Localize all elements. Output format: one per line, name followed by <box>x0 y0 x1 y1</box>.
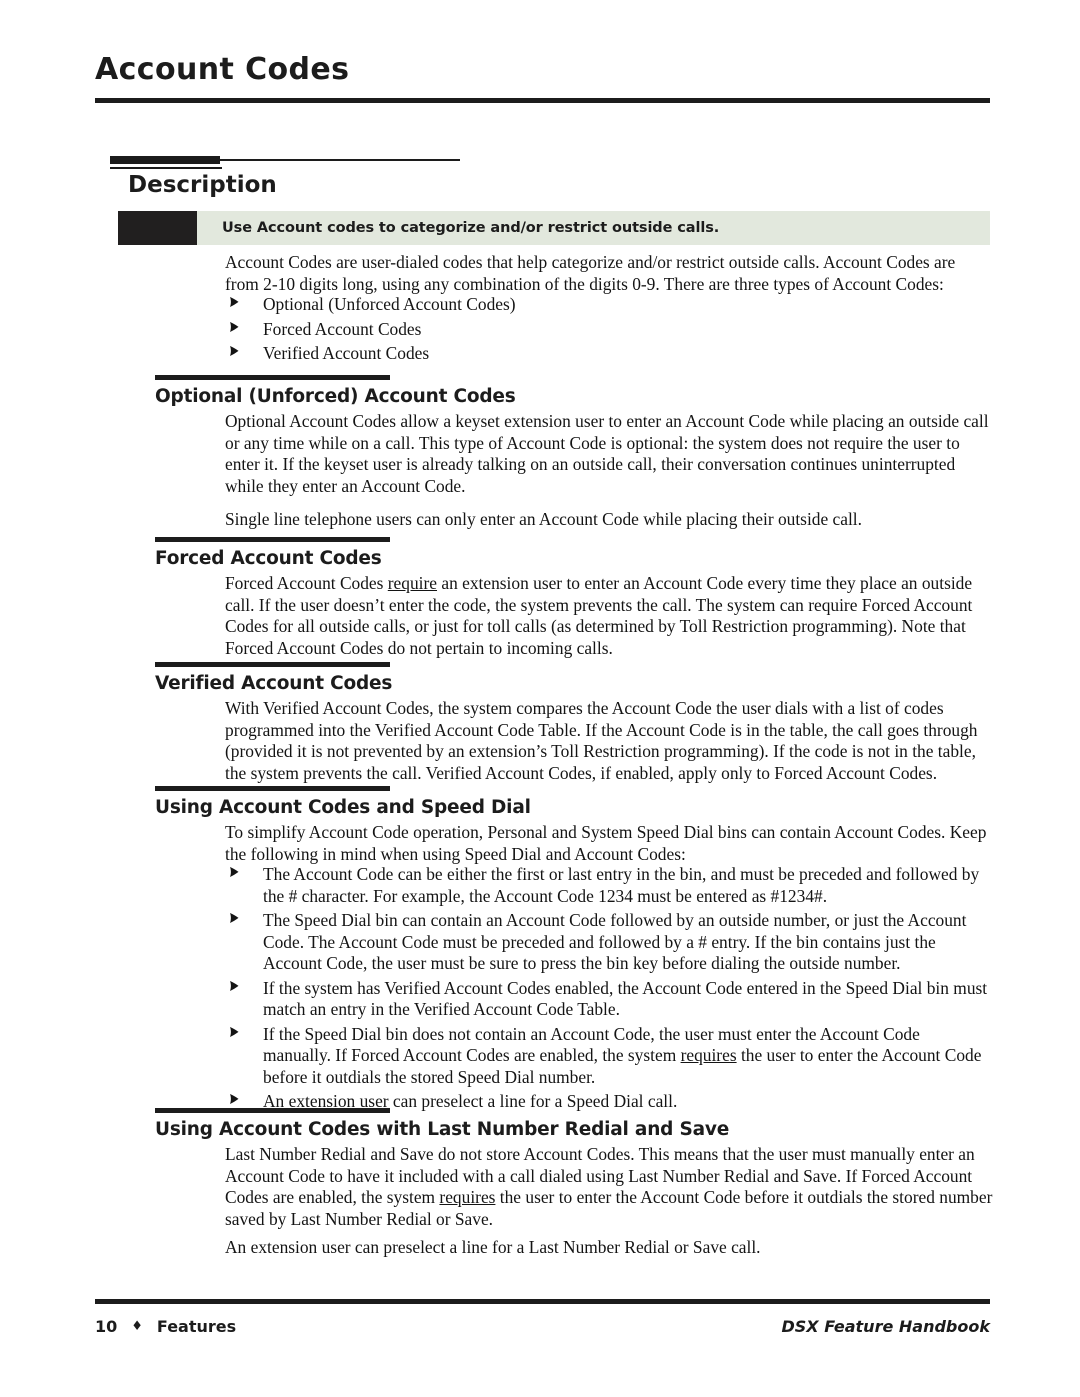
list-item-text: Verified Account Codes <box>263 343 430 363</box>
list-item: Verified Account Codes <box>225 343 990 365</box>
list-item-text: The Speed Dial bin can contain an Accoun… <box>263 910 967 973</box>
document-page: Account Codes Description Use Account co… <box>0 0 1080 1397</box>
list-item: If the system has Verified Account Codes… <box>225 978 990 1021</box>
list-item: The Account Code can be either the first… <box>225 864 990 907</box>
footer-section-name: Features <box>156 1317 237 1336</box>
list-item-text: Optional (Unforced Account Codes) <box>263 294 516 314</box>
subsection-paragraph: Optional Account Codes allow a keyset ex… <box>225 411 989 496</box>
subsection-paragraph: Last Number Redial and Save do not store… <box>225 1144 993 1230</box>
page-title: Account Codes <box>95 52 350 87</box>
callout-text: Use Account codes to categorize and/or r… <box>197 211 990 245</box>
footer-rule <box>95 1299 990 1304</box>
subsection-rule <box>155 537 390 542</box>
callout-black-block <box>118 211 197 245</box>
bullet-arrow-icon <box>229 320 243 338</box>
bullet-arrow-icon <box>229 911 243 929</box>
diamond-icon: ♦ <box>131 1319 143 1334</box>
emphasis-require: require <box>387 573 438 593</box>
subsection-heading-speed-dial: Using Account Codes and Speed Dial <box>155 797 531 818</box>
bullet-arrow-icon <box>229 865 243 883</box>
subsection-paragraph: An extension user can preselect a line f… <box>225 1237 761 1257</box>
list-item-text: The Account Code can be either the first… <box>263 864 980 906</box>
list-item: The Speed Dial bin can contain an Accoun… <box>225 910 990 975</box>
subsection-rule <box>155 1108 390 1113</box>
intro-paragraph: Account Codes are user-dialed codes that… <box>225 252 956 294</box>
section-decoration <box>110 156 460 170</box>
list-item: Forced Account Codes <box>225 319 990 341</box>
decoration-thick-bar <box>110 156 220 164</box>
subsection-heading-optional: Optional (Unforced) Account Codes <box>155 386 516 407</box>
subsection-rule <box>155 662 390 667</box>
paragraph-text-lead: Forced Account Codes <box>225 573 388 593</box>
emphasis-requires: requires <box>439 1187 496 1207</box>
subsection-paragraph: Single line telephone users can only ent… <box>225 509 862 529</box>
section-heading-description: Description <box>128 172 277 198</box>
page-title-rule <box>95 98 990 103</box>
list-item-text: If the system has Verified Account Codes… <box>263 977 988 1020</box>
bullet-arrow-icon <box>229 344 243 362</box>
bullet-arrow-icon <box>229 979 243 997</box>
subsection-paragraph: To simplify Account Code operation, Pers… <box>225 822 987 864</box>
bullet-arrow-icon <box>229 295 243 313</box>
subsection-heading-redial-save: Using Account Codes with Last Number Red… <box>155 1119 730 1140</box>
speed-dial-bullet-list: The Account Code can be either the first… <box>225 864 990 1116</box>
subsection-heading-verified: Verified Account Codes <box>155 673 393 694</box>
intro-bullet-list: Optional (Unforced Account Codes) Forced… <box>225 294 990 368</box>
decoration-thin-rule <box>220 159 460 161</box>
decoration-underline <box>110 167 222 169</box>
emphasis-requires: requires <box>680 1045 737 1065</box>
subsection-paragraph: Forced Account Codes require an extensio… <box>225 573 990 659</box>
bullet-arrow-icon <box>229 1025 243 1043</box>
subsection-heading-forced: Forced Account Codes <box>155 548 382 569</box>
callout-bar: Use Account codes to categorize and/or r… <box>118 211 990 245</box>
subsection-paragraph: With Verified Account Codes, the system … <box>225 698 978 783</box>
footer-left: 10 ♦ Features <box>95 1317 236 1336</box>
list-item-text: Forced Account Codes <box>263 318 422 339</box>
list-item: If the Speed Dial bin does not contain a… <box>225 1024 990 1089</box>
subsection-rule <box>155 786 390 791</box>
footer-book-title: DSX Feature Handbook <box>781 1317 990 1336</box>
list-item: Optional (Unforced Account Codes) <box>225 294 990 316</box>
page-number: 10 <box>95 1317 118 1336</box>
subsection-rule <box>155 375 390 380</box>
